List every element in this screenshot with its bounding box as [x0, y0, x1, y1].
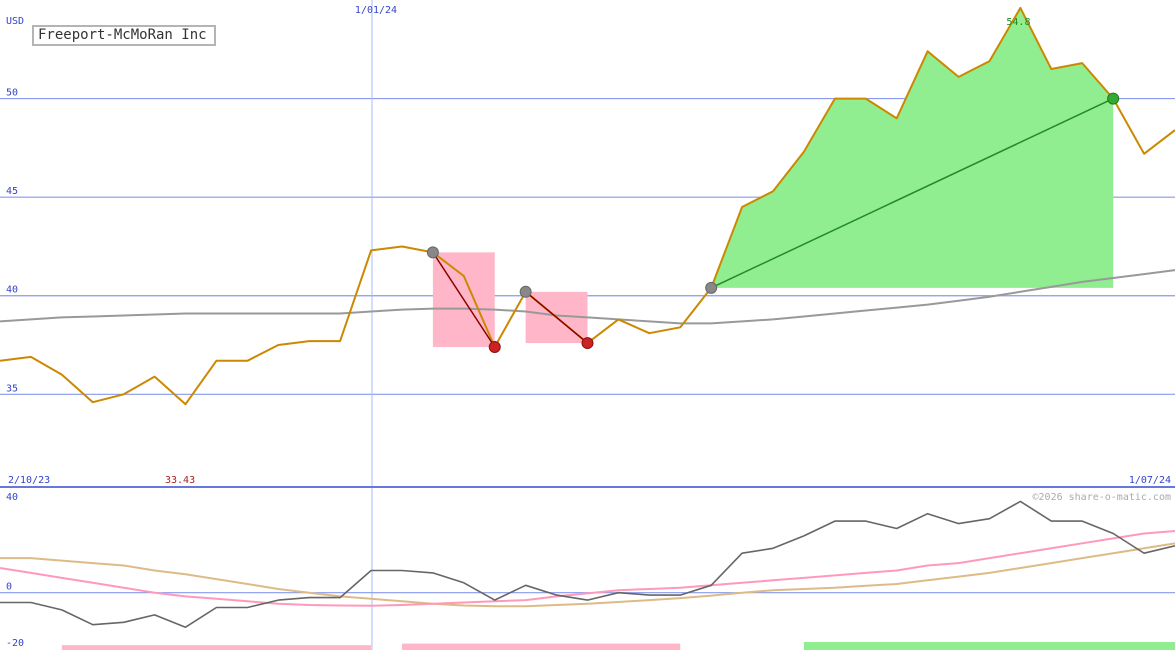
x-end-label: 1/07/24: [1129, 475, 1171, 486]
oscillator-panel: [0, 500, 1175, 650]
y-tick-50: 50: [6, 88, 18, 99]
entry-marker-0: [426, 246, 439, 259]
volume-bar-2: [803, 642, 1175, 650]
volume-bar-0: [61, 645, 372, 650]
y-tick-45: 45: [6, 186, 18, 197]
low-price-label: 33.43: [165, 475, 195, 486]
x-start-label: 2/10/23: [8, 475, 50, 486]
gain-area-2: [711, 7, 1114, 288]
exit-marker-2: [1107, 92, 1120, 105]
exit-marker-1: [581, 337, 594, 350]
osc-slow-line: [0, 542, 1175, 608]
price-chart: USD 35 40 45 50 1/01/24 2/10/23 1/07/24 33.43 54.…: [0, 0, 1175, 650]
osc-tick-0: 0: [6, 582, 12, 593]
entry-marker-1: [519, 285, 532, 298]
osc-fast-line: [0, 530, 1175, 607]
exit-marker-0: [488, 341, 501, 354]
volume-bar-1: [401, 643, 681, 650]
copyright-label: ©2026 share-o-matic.com: [1033, 492, 1171, 503]
chart-root: USD 35 40 45 50 1/01/24 2/10/23 1/07/24 33.43 54.…: [0, 0, 1175, 650]
high-price-label: 54.8: [1006, 17, 1030, 28]
entry-marker-2: [705, 281, 718, 294]
y-tick-35: 35: [6, 383, 18, 394]
currency-label: USD: [6, 16, 24, 27]
ticker-name: Freeport-McMoRan Inc: [32, 25, 216, 46]
osc-tick-40: 40: [6, 492, 18, 503]
osc-main-line: [0, 500, 1175, 629]
x-mid-label: 1/01/24: [355, 5, 397, 16]
osc-tick--20: -20: [6, 638, 24, 649]
y-tick-40: 40: [6, 285, 18, 296]
